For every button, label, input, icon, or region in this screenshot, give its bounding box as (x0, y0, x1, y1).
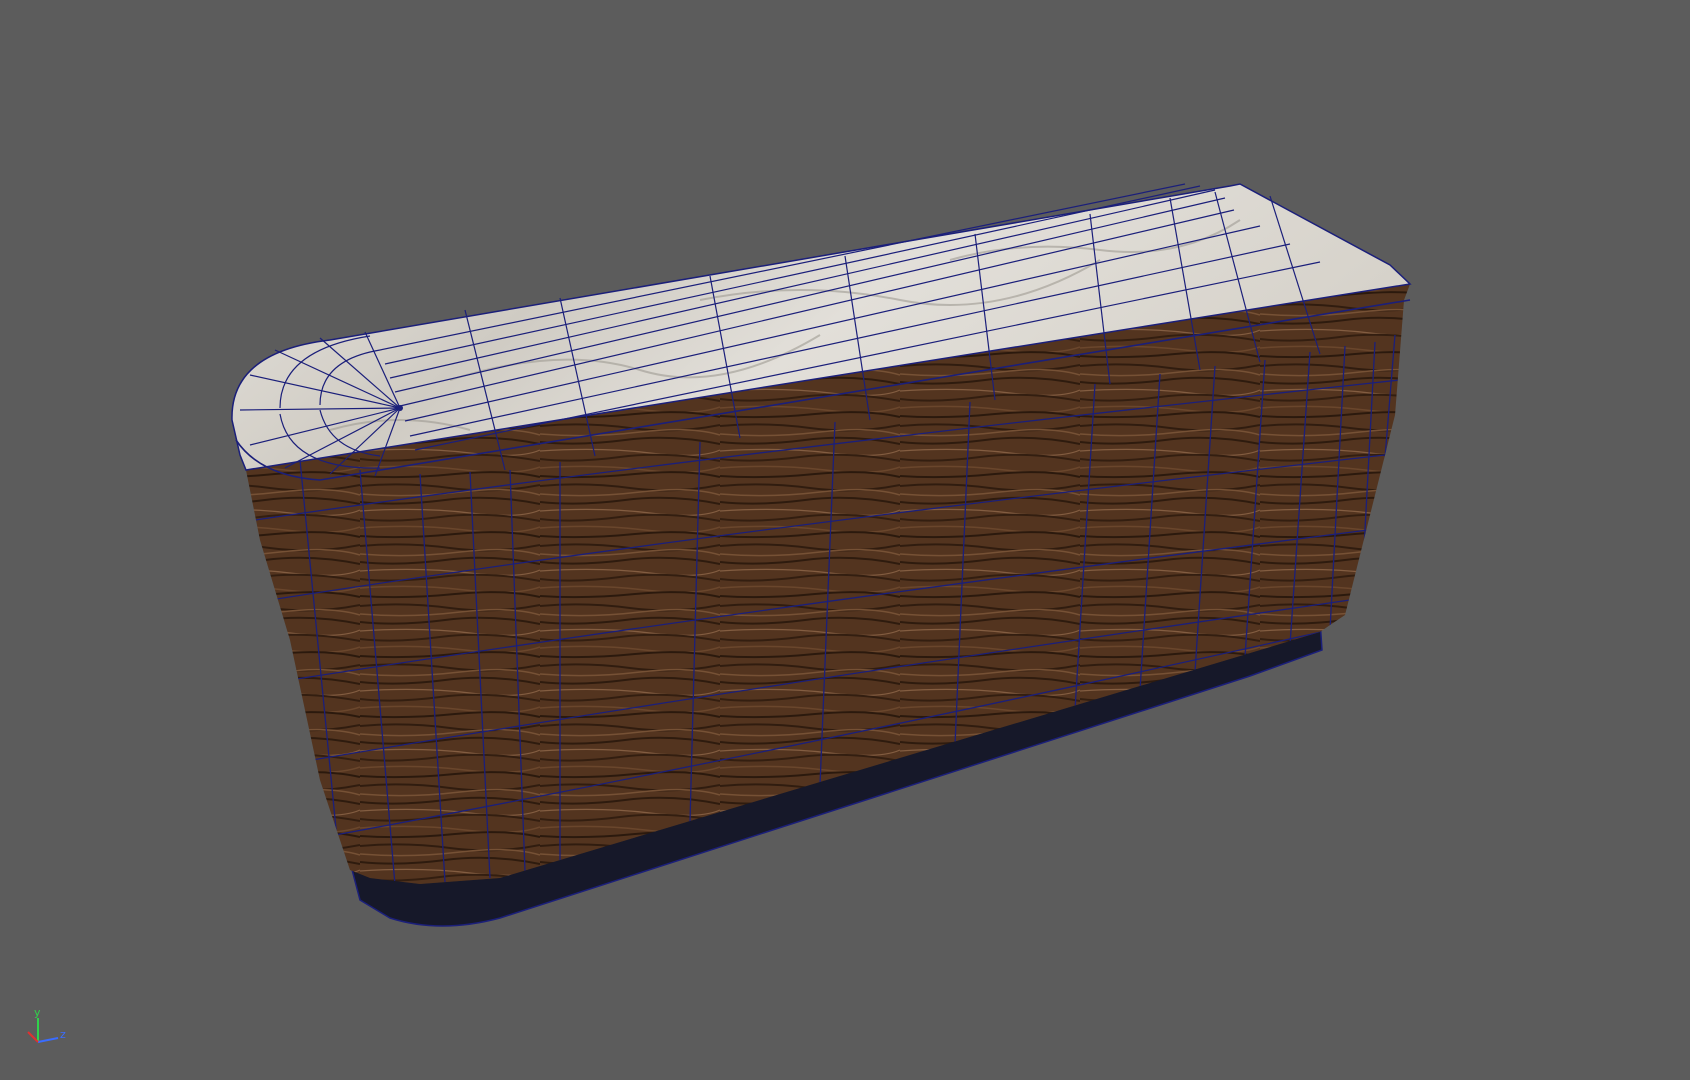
axis-triad-icon: y z (27, 1006, 66, 1043)
scene-canvas[interactable] (0, 0, 1690, 1080)
3d-viewport[interactable]: y z (0, 0, 1690, 1080)
z-axis-line (37, 1037, 59, 1043)
top-center-vertex (397, 405, 403, 411)
x-axis-line (27, 1031, 39, 1043)
y-axis-label: y (34, 1006, 41, 1019)
z-axis-label: z (60, 1028, 66, 1041)
